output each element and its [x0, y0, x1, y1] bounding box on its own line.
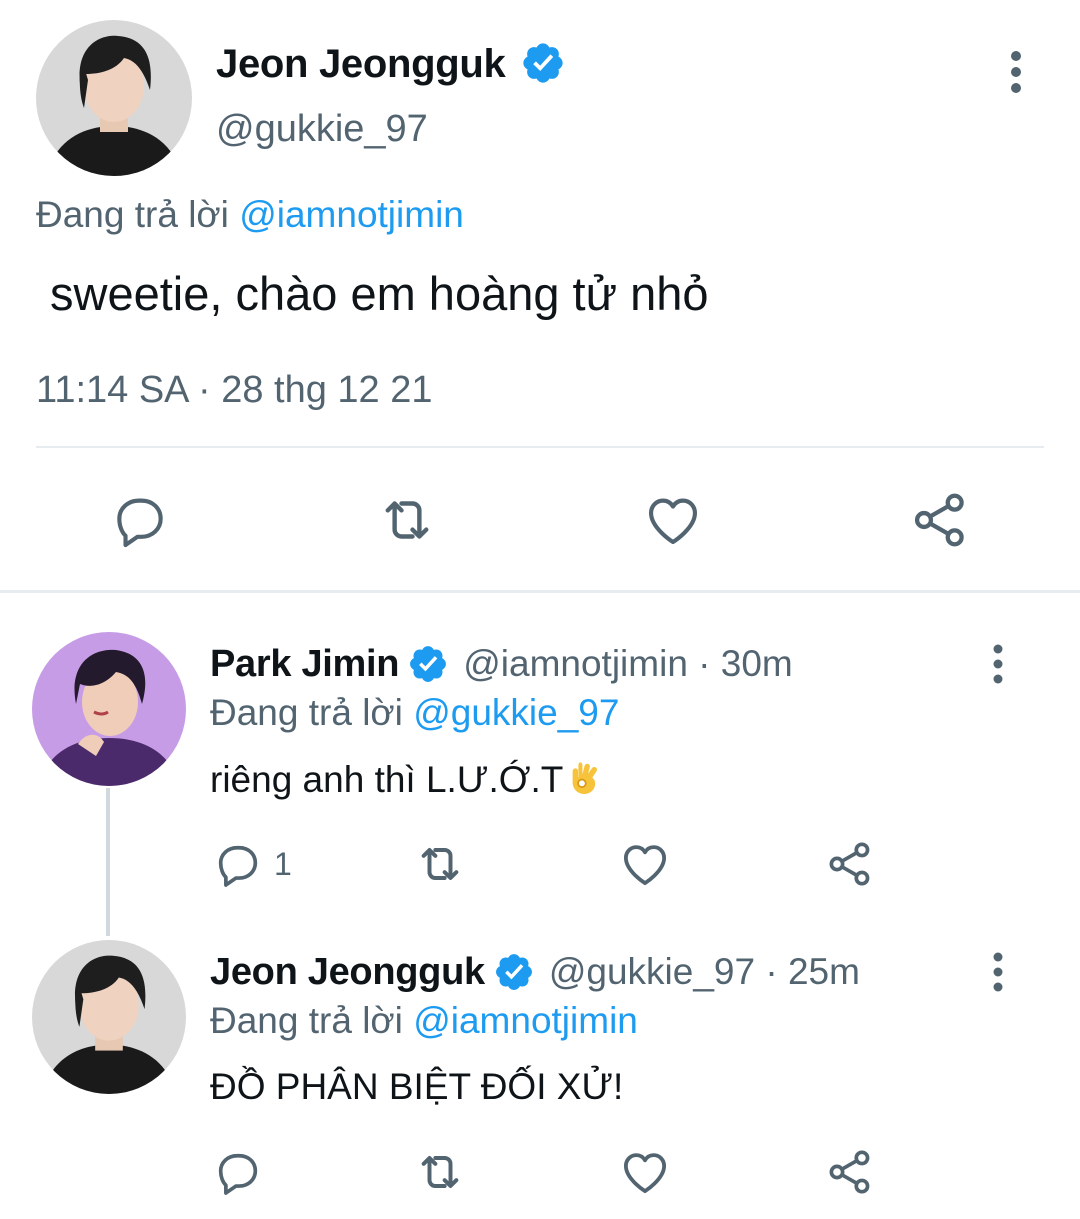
replying-to-line: Đang trả lời @iamnotjimin — [36, 192, 464, 238]
more-vertical-icon[interactable] — [978, 950, 1018, 994]
like-icon — [623, 1153, 667, 1194]
reply-tweet: Park Jimin @iamnotjimin · 30m Đang trả l… — [0, 632, 1080, 932]
author-name[interactable]: Jeon Jeongguk — [216, 40, 506, 88]
verified-badge-icon — [495, 954, 532, 990]
reply-text: riêng anh thì L.Ư.Ớ.T — [210, 756, 605, 803]
replying-mention[interactable]: @iamnotjimin — [413, 1000, 638, 1041]
share-button[interactable] — [824, 1140, 876, 1204]
reply-author-avatar[interactable] — [32, 940, 186, 1094]
author-avatar[interactable] — [36, 20, 192, 176]
share-button[interactable] — [900, 480, 980, 560]
reply-icon — [218, 845, 258, 887]
like-button[interactable] — [618, 832, 672, 896]
like-icon — [623, 845, 667, 886]
share-icon — [829, 1150, 870, 1194]
retweet-button[interactable] — [412, 832, 468, 896]
reply-author-avatar[interactable] — [32, 632, 186, 786]
like-button[interactable] — [618, 1140, 672, 1204]
replying-prefix: Đang trả lời — [36, 194, 229, 235]
retweet-button[interactable] — [367, 480, 447, 560]
like-button[interactable] — [633, 480, 713, 560]
reply-count: 1 — [274, 845, 292, 882]
replying-prefix: Đang trả lời — [210, 692, 403, 733]
tweet-text: sweetie, chào em hoàng tử nhỏ — [50, 267, 709, 320]
reply-icon — [117, 498, 163, 548]
reply-icon — [218, 1153, 258, 1195]
share-icon — [829, 842, 870, 886]
share-button[interactable] — [824, 832, 876, 896]
reply-handle-time[interactable]: @gukkie_97 · 25m — [549, 948, 860, 996]
like-icon — [648, 498, 698, 545]
retweet-icon — [421, 848, 459, 880]
author-handle[interactable]: @gukkie_97 — [216, 106, 428, 152]
tweet-actions — [0, 480, 1080, 560]
more-vertical-icon[interactable] — [994, 48, 1038, 96]
reply-actions: 1 — [0, 832, 1080, 896]
section-divider — [0, 590, 1080, 593]
reply-button[interactable]: 1 — [212, 832, 292, 896]
replying-prefix: Đang trả lời — [210, 1000, 403, 1041]
more-vertical-icon[interactable] — [978, 642, 1018, 686]
reply-button[interactable] — [212, 1140, 274, 1204]
reply-author-name[interactable]: Park Jimin — [210, 640, 400, 688]
tweet-timestamp[interactable]: 11:14 SA · 28 thg 12 21 — [36, 366, 433, 414]
retweet-button[interactable] — [412, 1140, 468, 1204]
divider — [36, 446, 1044, 448]
reply-text-content: riêng anh thì L.Ư.Ớ.T — [210, 759, 564, 800]
replying-mention[interactable]: @iamnotjimin — [239, 194, 464, 235]
verified-badge-icon — [410, 646, 447, 682]
retweet-icon — [421, 1156, 459, 1188]
replying-mention[interactable]: @gukkie_97 — [413, 692, 619, 733]
reply-button[interactable] — [100, 480, 180, 560]
reply-tweet: Jeon Jeongguk @gukkie_97 · 25m Đang trả … — [0, 940, 1080, 1219]
reply-text: ĐỒ PHÂN BIỆT ĐỐI XỬ! — [210, 1066, 624, 1107]
reply-header: Park Jimin @iamnotjimin · 30m — [210, 638, 793, 690]
share-icon — [914, 493, 964, 547]
verified-badge-icon — [523, 43, 563, 83]
reply-handle-time[interactable]: @iamnotjimin · 30m — [463, 640, 793, 688]
reply-header: Jeon Jeongguk @gukkie_97 · 25m — [210, 946, 860, 998]
main-tweet: Jeon Jeongguk @gukkie_97 Đang trả lời @i… — [0, 0, 1080, 593]
reply-author-name[interactable]: Jeon Jeongguk — [210, 948, 485, 996]
reply-actions — [0, 1140, 1080, 1204]
replying-to-line: Đang trả lời @iamnotjimin — [210, 998, 638, 1044]
ok-hand-emoji-icon — [572, 762, 598, 794]
retweet-icon — [385, 501, 429, 539]
replying-to-line: Đang trả lời @gukkie_97 — [210, 690, 619, 736]
